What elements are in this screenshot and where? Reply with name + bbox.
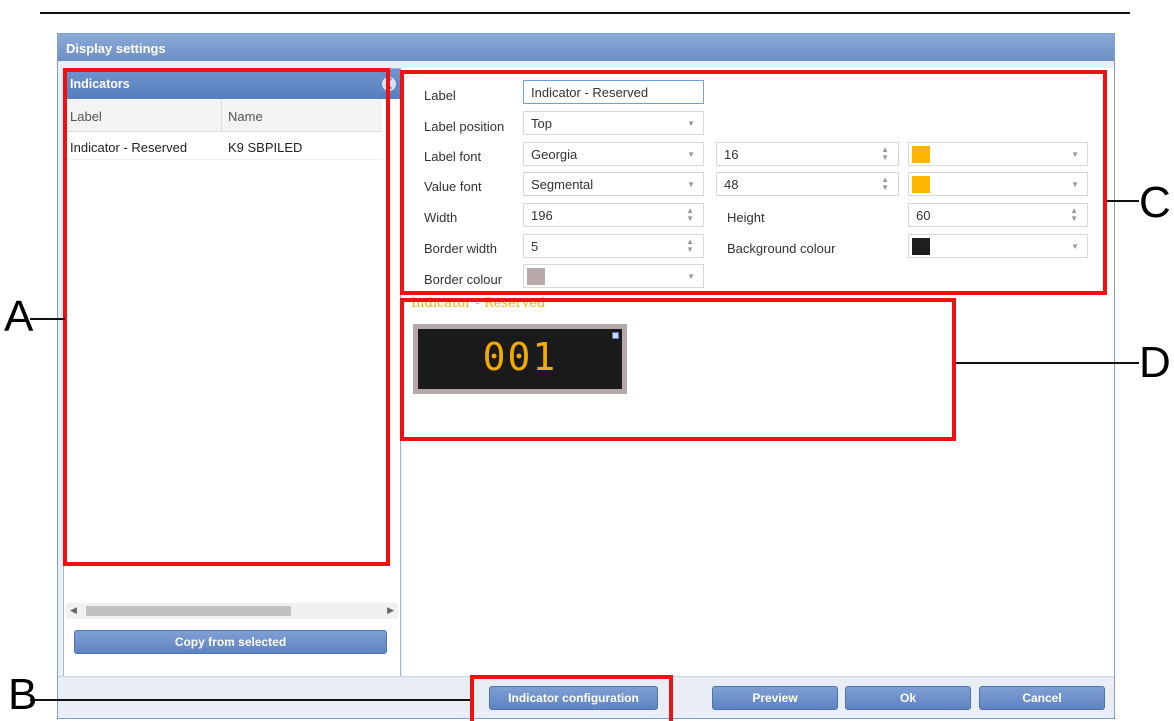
horizontal-scrollbar[interactable]: ◀ ▶ bbox=[66, 603, 398, 619]
ok-button[interactable]: Ok bbox=[845, 686, 971, 710]
callout-box-a bbox=[63, 68, 390, 566]
scrollbar-thumb[interactable] bbox=[86, 606, 291, 616]
scroll-right-icon[interactable]: ▶ bbox=[387, 605, 394, 616]
callout-box-c bbox=[400, 70, 1107, 295]
preview-button[interactable]: Preview bbox=[712, 686, 838, 710]
window-title: Display settings bbox=[58, 34, 1114, 61]
callout-line-b bbox=[30, 699, 470, 701]
cancel-button[interactable]: Cancel bbox=[979, 686, 1105, 710]
callout-line-c bbox=[1107, 200, 1139, 202]
scroll-left-icon[interactable]: ◀ bbox=[70, 605, 77, 616]
callout-line-d bbox=[956, 362, 1139, 364]
callout-letter-b: B bbox=[8, 670, 38, 719]
callout-letter-c: C bbox=[1139, 178, 1171, 227]
callout-box-b bbox=[470, 675, 673, 721]
top-divider bbox=[40, 12, 1130, 14]
callout-letter-a: A bbox=[4, 292, 34, 341]
callout-box-d bbox=[400, 298, 956, 441]
callout-line-a bbox=[30, 318, 65, 320]
copy-from-selected-button[interactable]: Copy from selected bbox=[74, 630, 387, 654]
callout-letter-d: D bbox=[1139, 338, 1171, 387]
